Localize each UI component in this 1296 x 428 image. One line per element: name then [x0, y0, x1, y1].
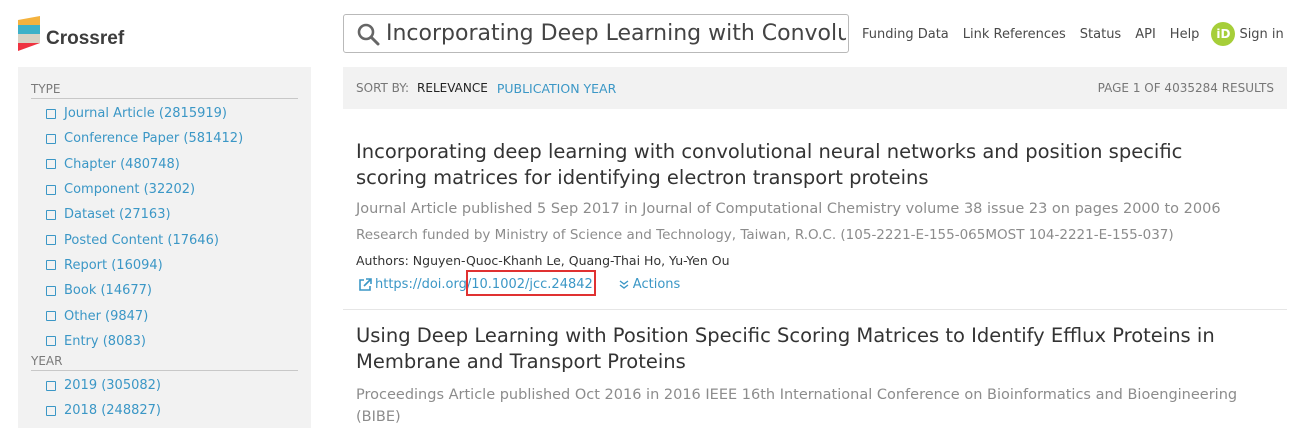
doi-suffix: 10.1002/jcc.24842 [466, 270, 597, 296]
result-title-line: scoring matrices for identifying electro… [356, 166, 929, 189]
facet-heading-type: TYPE [31, 82, 298, 99]
facet-label: Journal Article (2815919) [64, 106, 227, 122]
result-actions-row: https://doi.org/ 10.1002/jcc.24842 Actio… [356, 270, 1276, 296]
doi-prefix: https://doi.org/ [375, 277, 472, 292]
facet-heading-year: YEAR [31, 354, 298, 371]
result-funding: Research funded by Ministry of Science a… [356, 227, 1174, 243]
year-facet-list: 2019 (305082) 2018 (248827) [46, 373, 311, 424]
checkbox-icon [46, 209, 56, 220]
facet-item-2018[interactable]: 2018 (248827) [46, 398, 311, 423]
result-meta: Journal Article published 5 Sep 2017 in … [356, 201, 1221, 217]
facet-label: Dataset (27163) [64, 207, 171, 223]
facet-label: Conference Paper (581412) [64, 131, 244, 147]
facet-item-2019[interactable]: 2019 (305082) [46, 373, 311, 398]
facet-item-dataset[interactable]: Dataset (27163) [46, 202, 311, 227]
facet-item-other[interactable]: Other (9847) [46, 303, 311, 328]
doi-link[interactable]: https://doi.org/ 10.1002/jcc.24842 [356, 270, 597, 296]
facet-label: 2019 (305082) [64, 378, 161, 394]
checkbox-icon [46, 184, 56, 195]
external-link-icon [359, 277, 372, 291]
facet-label: Posted Content (17646) [64, 232, 219, 248]
result-meta-line: (BIBE) [356, 409, 401, 425]
checkbox-icon [46, 285, 56, 296]
result-meta-line: Proceedings Article published Oct 2016 i… [356, 387, 1238, 403]
result-title-line: Incorporating deep learning with convolu… [356, 140, 1183, 163]
crossref-logo[interactable]: Crossref [18, 16, 124, 52]
result-title[interactable]: Using Deep Learning with Position Specif… [356, 323, 1276, 375]
facet-label: Book (14677) [64, 283, 152, 299]
facet-label: Chapter (480748) [64, 156, 180, 172]
search-input[interactable] [386, 16, 846, 51]
signin-button[interactable]: iD Sign in [1211, 22, 1284, 46]
nav-api[interactable]: API [1135, 27, 1156, 42]
result-authors: Authors: Nguyen-Quoc-Khanh Le, Quang-Tha… [356, 253, 730, 268]
crossref-logo-icon [18, 16, 40, 51]
search-result: Using Deep Learning with Position Specif… [356, 323, 1276, 428]
chevron-double-down-icon [619, 279, 629, 289]
nav-link-references[interactable]: Link References [963, 27, 1066, 42]
signin-label: Sign in [1239, 26, 1284, 42]
result-title[interactable]: Incorporating deep learning with convolu… [356, 139, 1276, 191]
checkbox-icon [46, 336, 56, 347]
sort-label: SORT BY: [356, 81, 410, 95]
sort-publication-year[interactable]: PUBLICATION YEAR [497, 81, 616, 96]
checkbox-icon [46, 311, 56, 322]
crossref-logo-mark [18, 16, 44, 52]
nav-funding-data[interactable]: Funding Data [862, 27, 949, 42]
nav-status[interactable]: Status [1080, 27, 1121, 42]
result-title-line: Membrane and Transport Proteins [356, 350, 686, 373]
facet-label: Report (16094) [64, 257, 163, 273]
facet-item-book[interactable]: Book (14677) [46, 278, 311, 303]
checkbox-icon [46, 159, 56, 170]
actions-button[interactable]: Actions [619, 277, 681, 292]
facet-item-chapter[interactable]: Chapter (480748) [46, 152, 311, 177]
orcid-icon: iD [1211, 22, 1236, 46]
facet-item-entry[interactable]: Entry (8083) [46, 329, 311, 354]
facet-label: Entry (8083) [64, 333, 146, 349]
facet-item-journal-article[interactable]: Journal Article (2815919) [46, 101, 311, 126]
checkbox-icon [46, 133, 56, 144]
doi-suffix-text: 10.1002/jcc.24842 [471, 277, 593, 292]
facet-label: Other (9847) [64, 308, 149, 324]
checkbox-icon [46, 260, 56, 271]
result-divider [343, 309, 1287, 310]
facet-item-conference-paper[interactable]: Conference Paper (581412) [46, 126, 311, 151]
sort-bar: SORT BY: RELEVANCE PUBLICATION YEAR PAGE… [343, 67, 1287, 109]
checkbox-icon [46, 405, 56, 416]
facet-label: 2018 (248827) [64, 403, 161, 419]
search-result: Incorporating deep learning with convolu… [356, 139, 1276, 296]
result-title-line: Using Deep Learning with Position Specif… [356, 324, 1215, 347]
checkbox-icon [46, 235, 56, 246]
result-meta: Proceedings Article published Oct 2016 i… [356, 384, 1276, 428]
sort-relevance[interactable]: RELEVANCE [417, 81, 488, 95]
facet-item-report[interactable]: Report (16094) [46, 253, 311, 278]
search-bar[interactable] [343, 14, 849, 53]
filter-sidebar: TYPE Journal Article (2815919) Conferenc… [18, 67, 311, 428]
page-info: PAGE 1 OF 4035284 RESULTS [1097, 81, 1274, 95]
facet-item-posted-content[interactable]: Posted Content (17646) [46, 227, 311, 252]
checkbox-icon [46, 108, 56, 119]
type-facet-list: Journal Article (2815919) Conference Pap… [46, 101, 311, 354]
facet-item-component[interactable]: Component (32202) [46, 177, 311, 202]
checkbox-icon [46, 380, 56, 391]
facet-label: Component (32202) [64, 182, 196, 198]
brand-name: Crossref [46, 28, 125, 49]
top-nav: Funding Data Link References Status API … [862, 22, 1284, 46]
nav-help[interactable]: Help [1170, 27, 1200, 42]
actions-label: Actions [632, 277, 681, 292]
search-icon [350, 16, 386, 52]
